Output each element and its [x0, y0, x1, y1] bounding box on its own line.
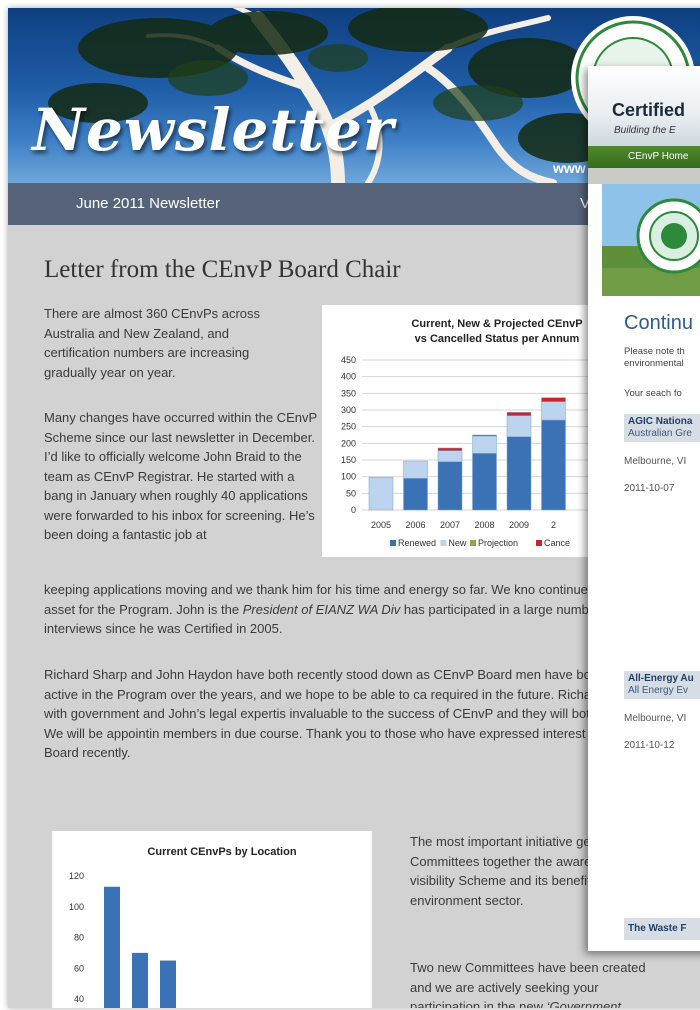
bar-segment — [403, 478, 428, 511]
cenvp-logo-icon — [636, 198, 700, 274]
location-bar — [132, 952, 148, 1008]
y-tick-label: 50 — [346, 488, 356, 498]
event-title-link[interactable]: All-Energy Au — [628, 673, 700, 685]
y-tick-label: 200 — [341, 438, 356, 448]
legend-swatch — [470, 540, 476, 546]
x-tick-label: 2008 — [474, 520, 494, 530]
event-header[interactable]: All-Energy Au All Energy Ev — [624, 671, 700, 699]
bar-segment — [506, 412, 532, 416]
y-tick-label: 150 — [341, 455, 356, 465]
bar-segment — [437, 447, 463, 451]
event-header[interactable]: AGIC Nationa Australian Gre — [624, 414, 700, 442]
bar-segment — [368, 477, 394, 511]
site-header: Certified Building the E — [588, 66, 700, 146]
legend-label: Renewed — [398, 538, 436, 548]
y-tick-label: 250 — [341, 422, 356, 432]
chart-title: vs Cancelled Status per Annum — [415, 333, 580, 345]
paragraph-italic-text: President of EIANZ WA Div — [242, 601, 401, 617]
location-bar — [104, 886, 120, 1008]
bar-segment — [506, 415, 532, 437]
bar-segment — [506, 436, 532, 511]
event-date: 2011-10-07 — [624, 483, 675, 494]
chart-title: Current CEnvPs by Location — [147, 846, 296, 858]
legend-label: Projection — [478, 538, 518, 548]
site-tagline: Building the E — [614, 125, 676, 136]
bar-segment — [472, 453, 497, 511]
bar-segment — [472, 435, 497, 454]
event-item[interactable]: All-Energy Au All Energy Ev Melbourne, V… — [624, 671, 700, 751]
legend-label: New — [448, 538, 467, 548]
bar-segment — [541, 397, 566, 402]
x-tick-label: 2009 — [509, 520, 529, 530]
bar-segment — [472, 434, 497, 437]
event-location: Melbourne, VI — [624, 456, 687, 467]
paragraph-changes: Many changes have occurred within the CE… — [44, 410, 317, 542]
y-tick-label: 60 — [74, 963, 84, 973]
site-divider-band — [588, 168, 700, 184]
site-title: Certified — [612, 100, 686, 120]
article-heading: Letter from the CEnvP Board Chair — [44, 256, 401, 283]
bar-segment — [403, 460, 428, 479]
event-header[interactable]: The Waste F — [624, 918, 700, 940]
continuing-development-heading: Continu — [624, 312, 693, 334]
event-location: Melbourne, VI — [624, 713, 687, 724]
y-tick-label: 450 — [341, 355, 356, 365]
paragraph-new-committees: Two new Committees have been created and… — [410, 958, 660, 1008]
status-per-annum-chart: Current, New & Projected CEnvP vs Cancell… — [322, 305, 622, 557]
x-tick-label: 2006 — [405, 520, 425, 530]
issue-date: June 2011 Newsletter — [76, 195, 220, 212]
event-date: 2011-10-12 — [624, 740, 675, 751]
bar-segment — [541, 419, 566, 511]
bar-segment — [541, 401, 566, 421]
site-note-text: Please note th environmental — [624, 346, 685, 369]
newsletter-title: Newsletter — [32, 96, 395, 164]
y-tick-label: 80 — [74, 933, 84, 943]
y-tick-label: 300 — [341, 405, 356, 415]
location-chart: Current CEnvPs by Location 40 60 80 100 120 — [52, 831, 372, 1008]
cenvp-website-window: Certified Building the E CEnvP Home Cont… — [588, 66, 700, 951]
y-tick-label: 40 — [74, 994, 84, 1004]
paragraph-italic-text: ‘Government — [546, 999, 622, 1008]
y-tick-label: 100 — [341, 472, 356, 482]
event-item[interactable]: AGIC Nationa Australian Gre Melbourne, V… — [624, 414, 700, 494]
y-tick-label: 350 — [341, 388, 356, 398]
legend-label: Cance — [544, 538, 570, 548]
chart-title: Current, New & Projected CEnvP — [411, 318, 582, 330]
event-title-link[interactable]: The Waste F — [628, 923, 700, 935]
y-tick-label: 0 — [351, 505, 356, 515]
bar-segment — [437, 450, 463, 462]
x-tick-label: 2005 — [371, 520, 391, 530]
site-nav-bar: CEnvP Home — [588, 146, 700, 168]
location-chart-svg: Current CEnvPs by Location 40 60 80 100 120 — [69, 846, 297, 1008]
legend-swatch — [440, 540, 447, 546]
y-tick-label: 120 — [69, 871, 84, 881]
event-organiser: Australian Gre — [628, 428, 692, 439]
legend-swatch — [390, 540, 396, 546]
event-title-link[interactable]: AGIC Nationa — [628, 416, 700, 428]
search-result-text: Your seach fo — [624, 388, 682, 399]
y-tick-label: 400 — [341, 372, 356, 382]
paragraph-intro: There are almost 360 CEnvPs across Austr… — [44, 306, 261, 380]
site-banner-image — [602, 184, 700, 296]
status-per-annum-chart-svg: Current, New & Projected CEnvP vs Cancell… — [341, 318, 617, 548]
x-tick-label: 2 — [551, 520, 556, 530]
event-item[interactable]: The Waste F — [624, 918, 700, 940]
website-url-fragment: www — [553, 160, 586, 176]
bar-segment — [437, 461, 463, 511]
legend-swatch — [536, 540, 542, 546]
event-organiser: All Energy Ev — [628, 685, 689, 696]
x-tick-label: 2007 — [440, 520, 460, 530]
location-bar — [160, 960, 176, 1008]
nav-home-link[interactable]: CEnvP Home — [628, 151, 688, 162]
y-tick-label: 100 — [69, 902, 84, 912]
